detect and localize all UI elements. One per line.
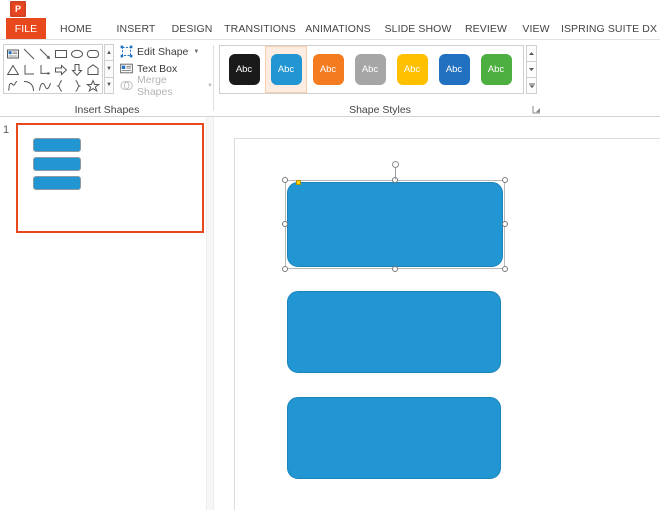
slide-canvas[interactable] [234,138,660,510]
handle-w[interactable] [282,221,288,227]
right-arrow-icon[interactable] [53,62,69,78]
shape-style-swatch-black[interactable]: Abc [223,46,265,93]
thumbnail-mini-shape [33,138,81,152]
ribbon-tab-review[interactable]: REVIEW [460,18,512,40]
insert-shapes-group-label: Insert Shapes [0,104,214,116]
dialog-box-launcher-icon[interactable] [532,105,541,114]
ribbon-tab-transitions[interactable]: TRANSITIONS [222,18,298,40]
ribbon-tab-animations[interactable]: ANIMATIONS [300,18,376,40]
handle-ne[interactable] [502,177,508,183]
curve-icon[interactable] [37,78,53,94]
ribbon-tab-insert[interactable]: INSERT [110,18,162,40]
ribbon-tab-bar: FILE HOME INSERTDESIGNTRANSITIONSANIMATION… [0,18,660,40]
merge-shapes-label: Merge Shapes [137,74,202,98]
ribbon-tab-file[interactable]: FILE [6,18,46,40]
handle-s[interactable] [392,266,398,272]
swatch-preview: Abc [397,54,428,85]
powerpoint-logo-letter: P [15,5,21,14]
group-insert-shapes: ▲ ▼ ▼ Edit Shape [0,40,214,117]
shape-style-swatch-orange[interactable]: Abc [307,46,349,93]
shape-styles-scroll-up-icon[interactable] [526,45,537,61]
text-box-icon [119,62,133,76]
shape-gallery-scroll-down-icon[interactable]: ▼ [104,60,114,76]
rounded-rectangle-icon[interactable] [85,46,101,62]
shape-gallery-scroll-up-icon[interactable]: ▲ [104,44,114,60]
oval-icon[interactable] [69,46,85,62]
edit-shape-chevron-down-icon: ▼ [193,49,199,55]
down-arrow-icon[interactable] [69,62,85,78]
shape-gallery-more-shapes-icon[interactable]: ▼ [104,77,114,94]
swatch-preview: Abc [439,54,470,85]
handle-sw[interactable] [282,266,288,272]
ribbon-tab-design[interactable]: DESIGN [166,18,218,40]
handle-nw[interactable] [282,177,288,183]
ribbon: ▲ ▼ ▼ Edit Shape [0,40,660,117]
merge-shapes-icon [119,79,133,93]
adjust-handle[interactable] [296,180,301,185]
elbow-connector-icon[interactable] [21,62,37,78]
shape-style-swatch-green[interactable]: Abc [475,46,517,93]
group-shape-styles: Abc Abc Abc Abc Abc Abc Abc [215,40,545,117]
shape-style-swatch-blue[interactable]: Abc [265,46,307,93]
slide-thumbnail-row[interactable]: 1 [0,121,206,236]
powerpoint-window: P FILE HOME INSERTDESIGNTRANSITIONSANIMATI… [0,0,660,510]
shape-styles-group-label: Shape Styles [215,104,545,116]
star-icon[interactable] [85,78,101,94]
powerpoint-logo-icon: P [10,1,26,17]
title-bar: P [0,0,660,18]
swatch-preview: Abc [481,54,512,85]
slide-canvas-area [215,117,660,510]
shape-gallery[interactable] [3,44,103,94]
rectangle-icon[interactable] [53,46,69,62]
shape-styles-more-styles-icon[interactable] [526,77,537,94]
shape-style-swatch-amber[interactable]: Abc [391,46,433,93]
selection-frame [285,180,505,269]
pentagon-icon[interactable] [85,62,101,78]
group-divider [213,45,214,111]
shape-style-swatch-gray[interactable]: Abc [349,46,391,93]
thumbnail-mini-shape [33,157,81,171]
rounded-rectangle-2[interactable] [287,291,501,373]
triangle-icon[interactable] [5,62,21,78]
rotate-handle[interactable] [392,161,400,180]
thumbnail-pane-scrollbar[interactable] [206,117,214,510]
handle-se[interactable] [502,266,508,272]
handle-e[interactable] [502,221,508,227]
scribble-icon[interactable] [5,78,21,94]
swatch-preview: Abc [271,54,302,85]
ribbon-tab-ispring-suite-dx[interactable]: ISPRING SUITE DX [560,18,658,40]
insert-shapes-commands: Edit Shape ▼ Text Box [118,43,213,94]
swatch-preview: Abc [229,54,260,85]
thumbnail-mini-shape [33,176,81,190]
textbox-icon[interactable] [5,46,21,62]
line-arrow-icon[interactable] [37,46,53,62]
shape-styles-scroll [526,45,537,94]
edit-shape-button[interactable]: Edit Shape ▼ [118,43,213,60]
right-brace-icon[interactable] [69,78,85,94]
ribbon-tab-home[interactable]: HOME [52,18,100,40]
shape-style-swatch-navy[interactable]: Abc [433,46,475,93]
ribbon-tab-slide-show[interactable]: SLIDE SHOW [382,18,454,40]
shape-gallery-scroll: ▲ ▼ ▼ [104,44,114,94]
edit-shape-label: Edit Shape [137,46,188,58]
shape-styles-gallery: Abc Abc Abc Abc Abc Abc Abc [219,45,524,94]
swatch-preview: Abc [313,54,344,85]
slide-number-label: 1 [3,124,9,136]
edit-shape-icon [119,45,133,59]
left-brace-icon[interactable] [53,78,69,94]
rounded-rectangle-3[interactable] [287,397,501,479]
ribbon-tab-view[interactable]: VIEW [516,18,556,40]
slide-thumbnail-1[interactable] [16,123,204,233]
shape-styles-scroll-down-icon[interactable] [526,61,537,77]
slide-thumbnail-pane[interactable]: 1 [0,117,206,510]
swatch-preview: Abc [355,54,386,85]
line-icon[interactable] [21,46,37,62]
arc-icon[interactable] [21,78,37,94]
merge-shapes-button: Merge Shapes ▼ [118,77,213,94]
workspace: 1 [0,117,660,510]
elbow-arrow-connector-icon[interactable] [37,62,53,78]
